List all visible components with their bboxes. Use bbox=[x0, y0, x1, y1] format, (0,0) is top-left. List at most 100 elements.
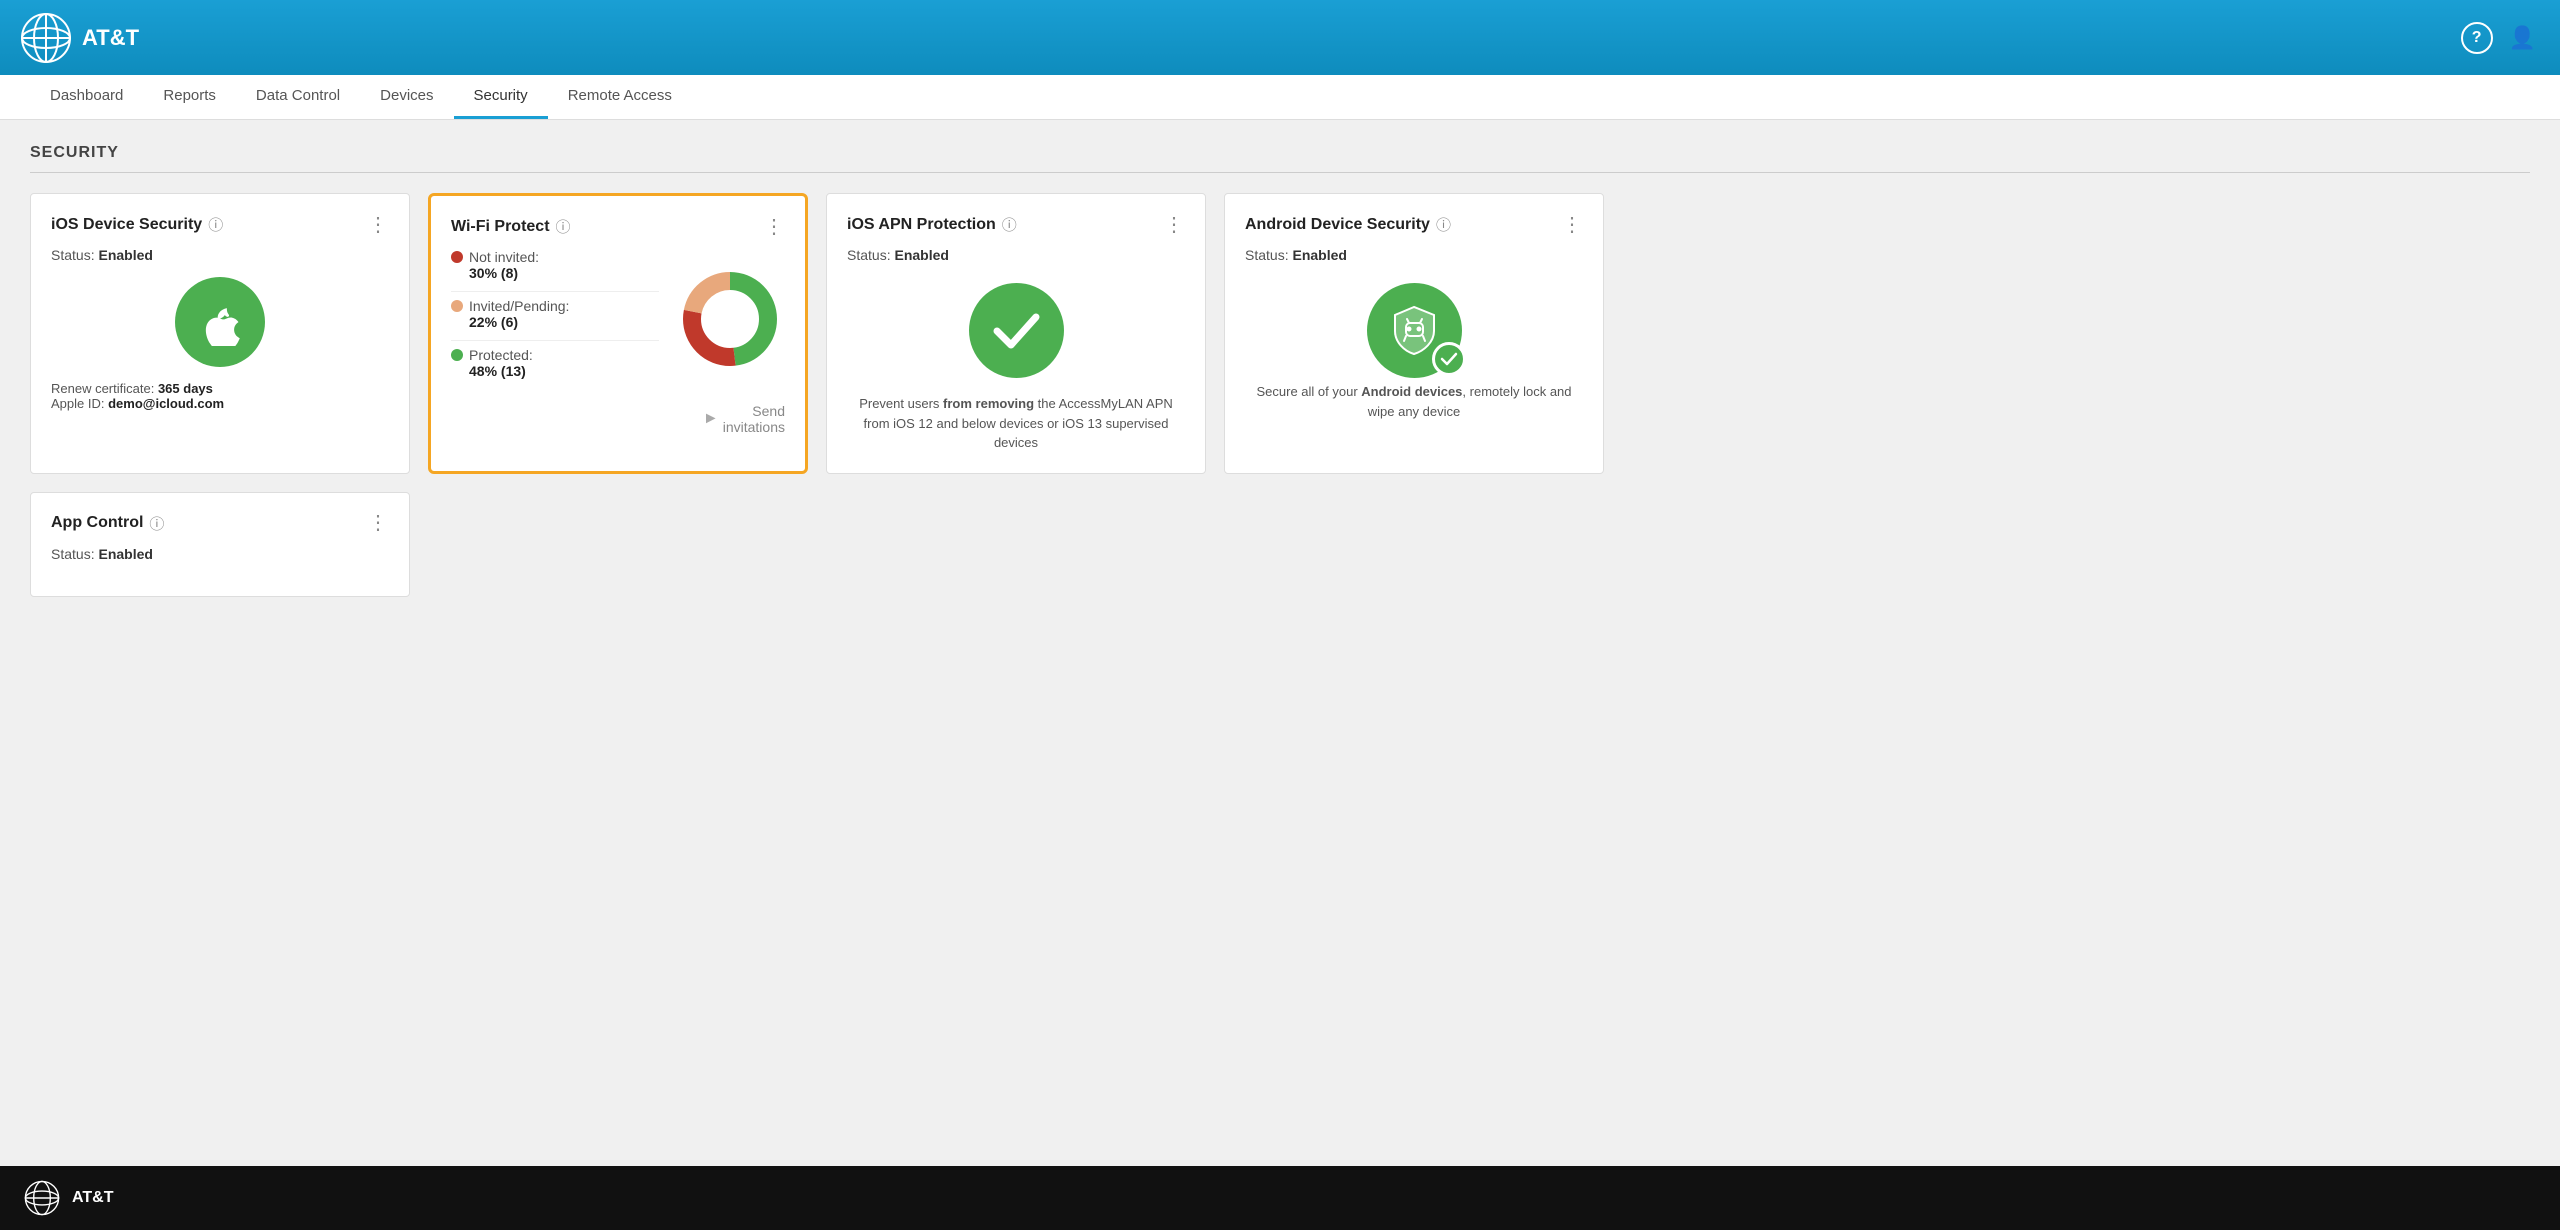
ios-status-label: Status: bbox=[51, 247, 95, 263]
help-button[interactable]: ? bbox=[2461, 22, 2493, 54]
header-icons: ? 👤 bbox=[2461, 21, 2540, 55]
wifi-info-icon[interactable]: ⓘ bbox=[556, 216, 571, 237]
wifi-card-header: Wi-Fi Protect ⓘ ⋮ bbox=[451, 216, 785, 237]
android-card-title: Android Device Security bbox=[1245, 216, 1430, 234]
apn-card-title: iOS APN Protection bbox=[847, 216, 996, 234]
brand-name: AT&T bbox=[82, 25, 139, 51]
app-control-status-value: Enabled bbox=[98, 546, 152, 562]
ios-apn-protection-card: iOS APN Protection ⓘ ⋮ Status: Enabled P… bbox=[826, 193, 1206, 474]
send-label: Sendinvitations bbox=[723, 403, 785, 435]
cards-row-2: App Control ⓘ ⋮ Status: Enabled bbox=[30, 492, 2530, 597]
invited-text: Invited/Pending: bbox=[469, 298, 569, 314]
android-info-icon[interactable]: ⓘ bbox=[1436, 214, 1451, 235]
att-globe-icon bbox=[20, 12, 72, 64]
ios-status-row: Status: Enabled bbox=[51, 247, 389, 263]
footer-brand-name: AT&T bbox=[72, 1189, 113, 1207]
android-card-header: Android Device Security ⓘ ⋮ bbox=[1245, 214, 1583, 235]
footer: AT&T bbox=[0, 1166, 2560, 1230]
ios-status-value: Enabled bbox=[98, 247, 152, 263]
ios-green-circle bbox=[175, 277, 265, 367]
wifi-card-footer: ► Sendinvitations bbox=[451, 403, 785, 435]
app-control-title-row: App Control ⓘ bbox=[51, 513, 164, 534]
android-circle-container bbox=[1367, 277, 1462, 372]
apn-icon-container bbox=[847, 277, 1185, 384]
ios-appleid-label: Apple ID: bbox=[51, 396, 104, 411]
apn-status-value: Enabled bbox=[894, 247, 948, 263]
invited-value: 22% (6) bbox=[469, 314, 659, 330]
ios-title-row: iOS Device Security ⓘ bbox=[51, 214, 223, 235]
send-invitations-button[interactable]: ► Sendinvitations bbox=[703, 403, 785, 435]
wifi-title-row: Wi-Fi Protect ⓘ bbox=[451, 216, 571, 237]
wifi-card-title: Wi-Fi Protect bbox=[451, 218, 550, 236]
send-arrow-icon: ► bbox=[703, 410, 719, 428]
checkmark-icon bbox=[989, 303, 1044, 358]
page-content: SECURITY iOS Device Security ⓘ ⋮ Status:… bbox=[0, 120, 2560, 1166]
legend-not-invited-label: Not invited: bbox=[451, 249, 659, 265]
wifi-more-icon[interactable]: ⋮ bbox=[764, 217, 785, 237]
android-device-security-card: Android Device Security ⓘ ⋮ Status: Enab… bbox=[1224, 193, 1604, 474]
apn-title-row: iOS APN Protection ⓘ bbox=[847, 214, 1017, 235]
apn-info-icon[interactable]: ⓘ bbox=[1002, 214, 1017, 235]
donut-chart bbox=[675, 264, 785, 374]
ios-icon-container bbox=[51, 277, 389, 367]
nav-bar: Dashboard Reports Data Control Devices S… bbox=[0, 75, 2560, 120]
nav-security[interactable]: Security bbox=[454, 74, 548, 119]
dot-not-invited bbox=[451, 251, 463, 263]
ios-cert-value: 365 days bbox=[158, 381, 213, 396]
ios-card-header: iOS Device Security ⓘ ⋮ bbox=[51, 214, 389, 235]
footer-att-globe-icon bbox=[24, 1180, 60, 1216]
android-icon-container bbox=[1245, 277, 1583, 372]
dot-protected bbox=[451, 349, 463, 361]
wifi-card-body: Not invited: 30% (8) Invited/Pending: 22… bbox=[451, 249, 785, 389]
brand-logo: AT&T bbox=[20, 12, 180, 64]
nav-reports[interactable]: Reports bbox=[143, 74, 236, 119]
apn-desc: Prevent users from removing the AccessMy… bbox=[847, 394, 1185, 453]
apn-more-icon[interactable]: ⋮ bbox=[1164, 215, 1185, 235]
donut-svg bbox=[675, 264, 785, 374]
ios-cert-label: Renew certificate: bbox=[51, 381, 154, 396]
nav-data-control[interactable]: Data Control bbox=[236, 74, 360, 119]
nav-remote-access[interactable]: Remote Access bbox=[548, 74, 692, 119]
app-control-status-label: Status: bbox=[51, 546, 95, 562]
page-title: SECURITY bbox=[30, 144, 2530, 173]
protected-text: Protected: bbox=[469, 347, 533, 363]
legend-not-invited: Not invited: 30% (8) bbox=[451, 249, 659, 281]
ios-more-icon[interactable]: ⋮ bbox=[368, 215, 389, 235]
protected-value: 48% (13) bbox=[469, 363, 659, 379]
apn-desc-bold: from removing bbox=[943, 396, 1034, 411]
header: AT&T ? 👤 bbox=[0, 0, 2560, 75]
android-status-value: Enabled bbox=[1292, 247, 1346, 263]
apn-check-circle bbox=[969, 283, 1064, 378]
legend-invited-label: Invited/Pending: bbox=[451, 298, 659, 314]
ios-device-security-card: iOS Device Security ⓘ ⋮ Status: Enabled … bbox=[30, 193, 410, 474]
user-button[interactable]: 👤 bbox=[2505, 21, 2540, 55]
apn-card-header: iOS APN Protection ⓘ ⋮ bbox=[847, 214, 1185, 235]
ios-appleid-value: demo@icloud.com bbox=[108, 396, 224, 411]
android-more-icon[interactable]: ⋮ bbox=[1562, 215, 1583, 235]
not-invited-text: Not invited: bbox=[469, 249, 539, 265]
ios-info-icon[interactable]: ⓘ bbox=[208, 214, 223, 235]
legend-invited: Invited/Pending: 22% (6) bbox=[451, 298, 659, 330]
ios-footer-text: Renew certificate: 365 days Apple ID: de… bbox=[51, 381, 389, 411]
dot-invited bbox=[451, 300, 463, 312]
android-checkmark-icon bbox=[1440, 350, 1458, 368]
android-check-overlay bbox=[1432, 342, 1466, 376]
android-desc-bold: Android devices bbox=[1361, 384, 1462, 399]
android-status-label: Status: bbox=[1245, 247, 1289, 263]
apn-status-label: Status: bbox=[847, 247, 891, 263]
android-title-row: Android Device Security ⓘ bbox=[1245, 214, 1451, 235]
app-control-info-icon[interactable]: ⓘ bbox=[149, 513, 164, 534]
cards-row-1: iOS Device Security ⓘ ⋮ Status: Enabled … bbox=[30, 193, 2530, 474]
app-control-more-icon[interactable]: ⋮ bbox=[368, 513, 389, 533]
nav-devices[interactable]: Devices bbox=[360, 74, 453, 119]
app-control-card: App Control ⓘ ⋮ Status: Enabled bbox=[30, 492, 410, 597]
nav-dashboard[interactable]: Dashboard bbox=[30, 74, 143, 119]
legend-div-2 bbox=[451, 340, 659, 341]
legend-protected-label: Protected: bbox=[451, 347, 659, 363]
apn-status-row: Status: Enabled bbox=[847, 247, 1185, 263]
legend-div-1 bbox=[451, 291, 659, 292]
android-desc: Secure all of your Android devices, remo… bbox=[1245, 382, 1583, 421]
legend-protected: Protected: 48% (13) bbox=[451, 347, 659, 379]
not-invited-value: 30% (8) bbox=[469, 265, 659, 281]
apple-icon bbox=[196, 298, 244, 346]
